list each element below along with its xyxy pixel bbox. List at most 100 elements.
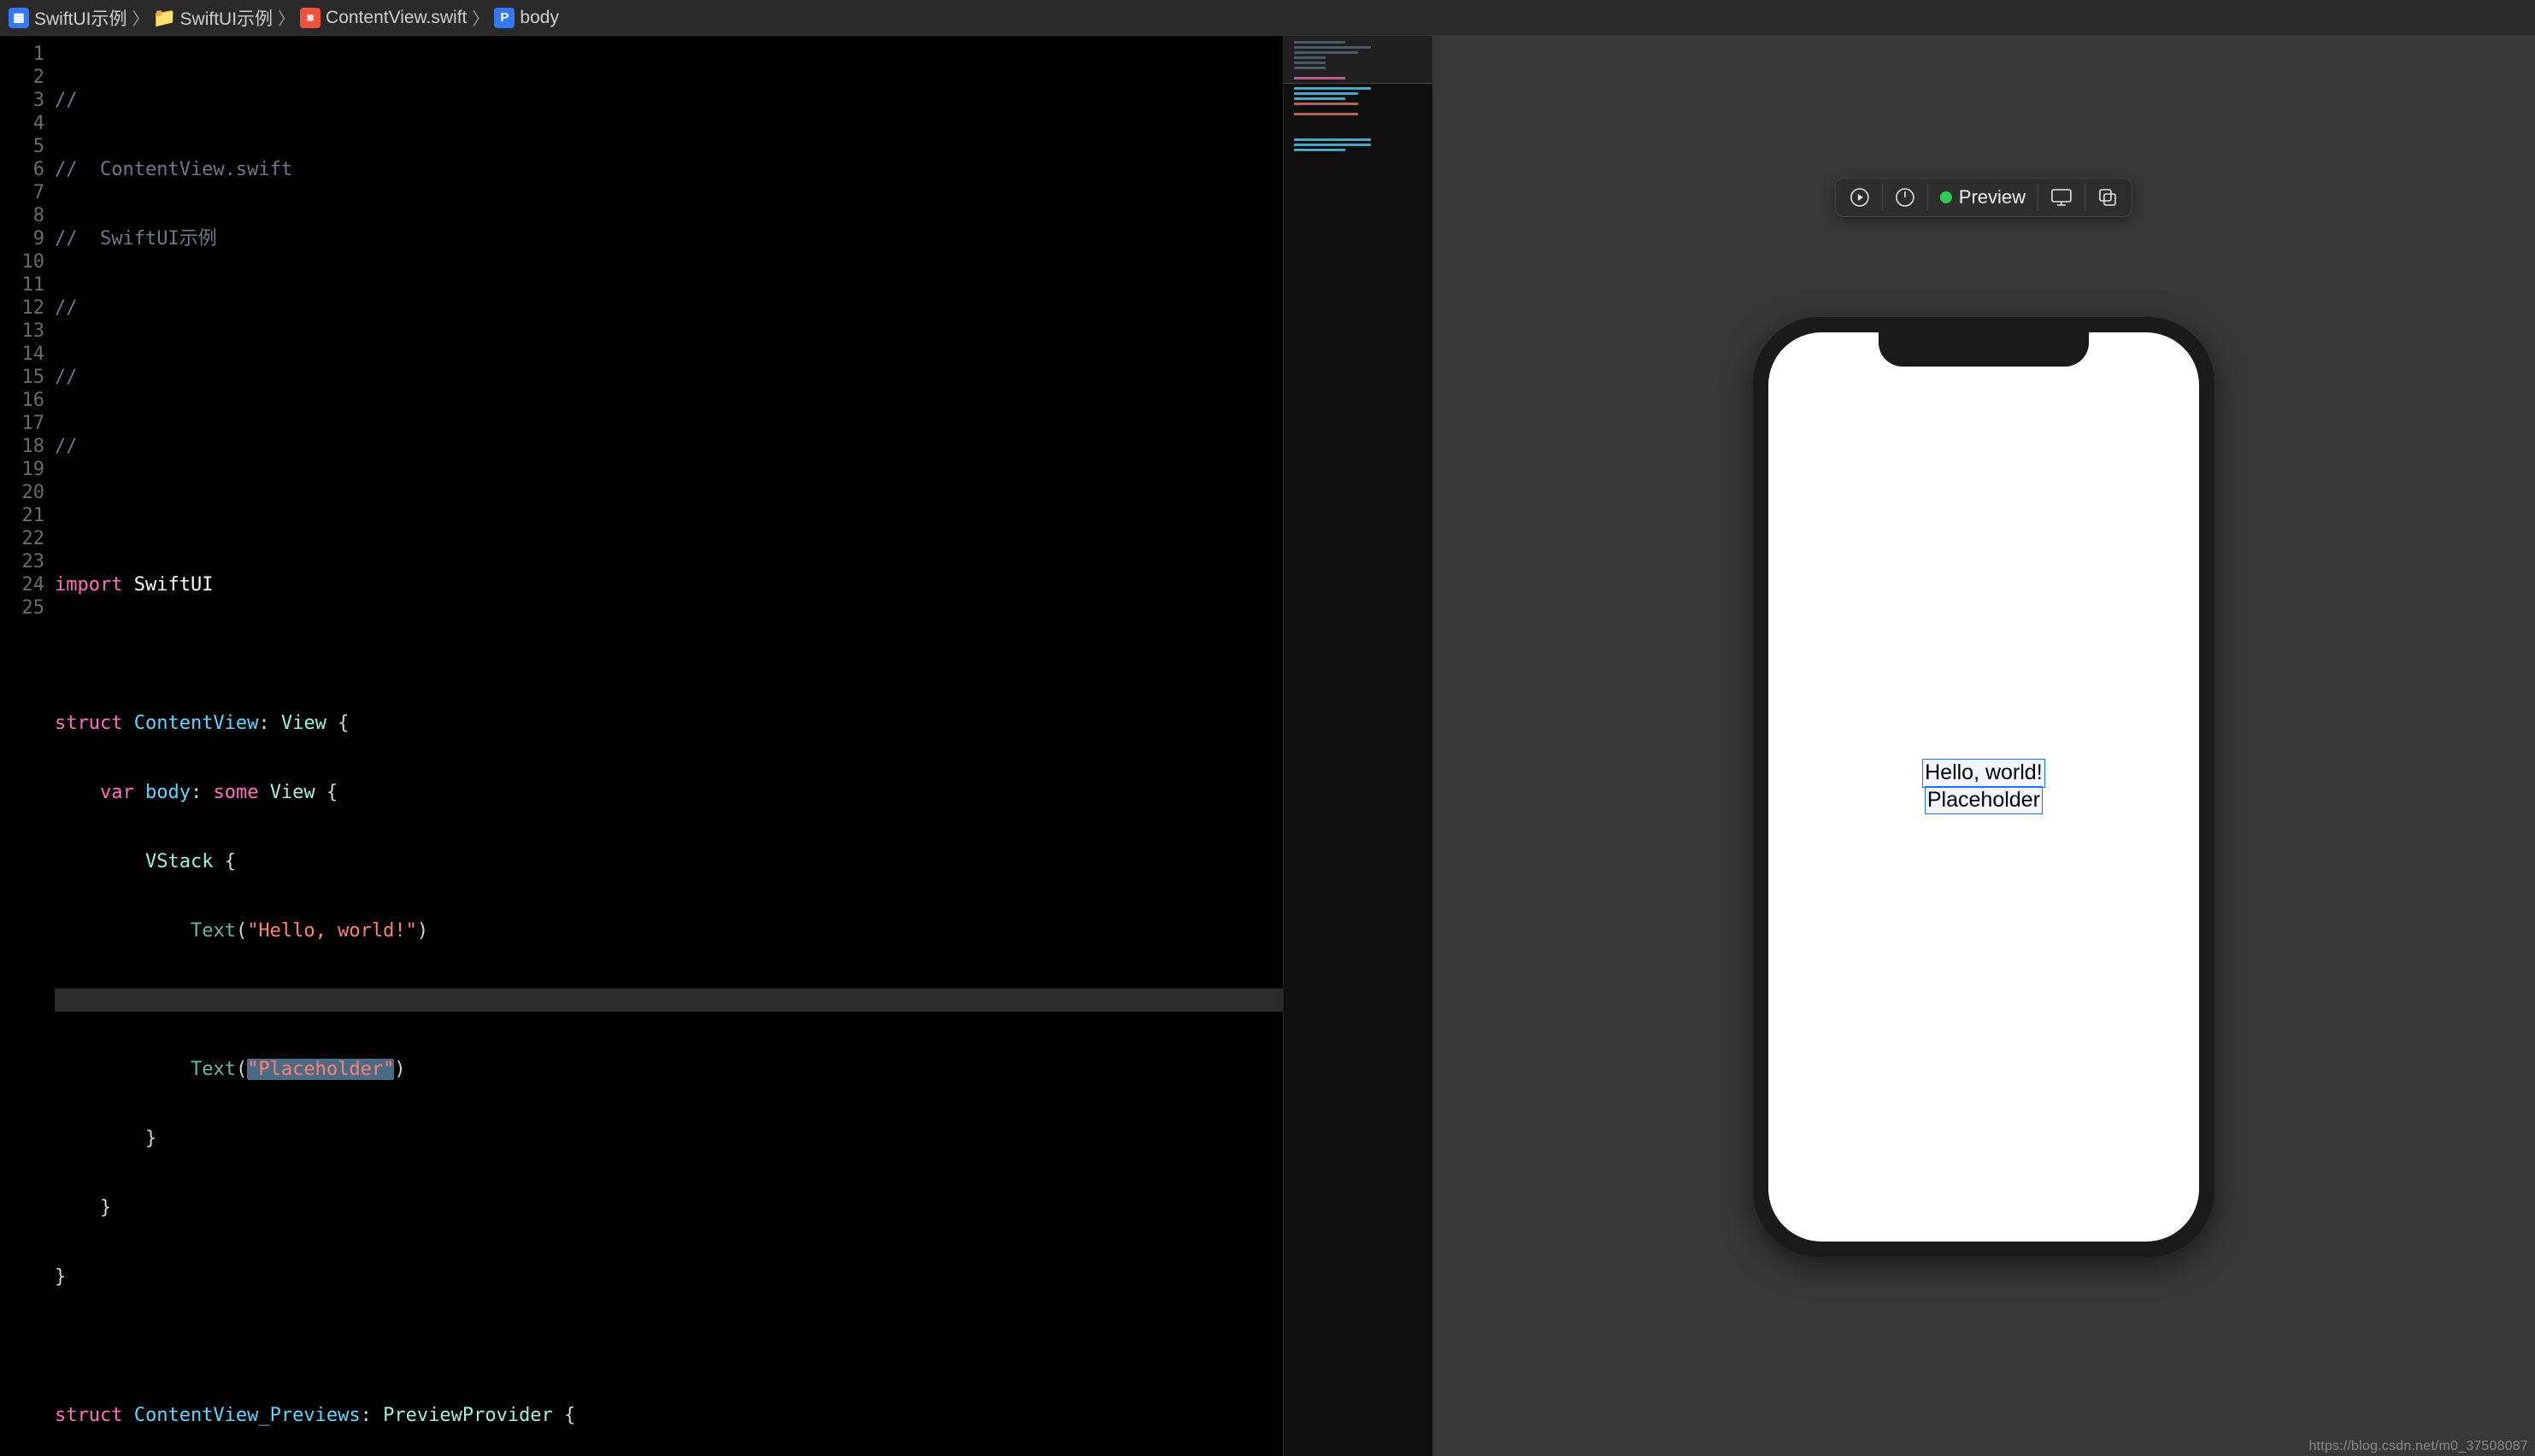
code-token: // [55,297,78,319]
line-number: 24 [0,573,44,596]
live-preview-button[interactable] [1839,181,1880,214]
chevron-right-icon: 〉 [472,5,489,30]
breadcrumb-folder-label: SwiftUI示例 [180,5,273,31]
breadcrumb-file-label: ContentView.swift [326,8,467,28]
toolbar-separator [1927,184,1928,211]
line-number: 9 [0,227,44,250]
jump-bar: ▦ SwiftUI示例 〉 📁 SwiftUI示例 〉 ⨳ ContentVie… [0,0,2535,36]
line-number: 19 [0,458,44,481]
code-token: // [55,367,78,388]
code-token: } [145,1128,156,1149]
code-token: some [213,782,269,803]
line-number: 6 [0,158,44,181]
power-ring-icon [1895,187,1915,208]
code-token: { [326,713,350,734]
toolbar-separator [1882,184,1883,211]
breadcrumb-symbol-label: body [520,8,559,28]
preview-content: Hello, world! Placeholder [1923,760,2044,813]
code-token: : [361,1405,384,1426]
swift-file-icon: ⨳ [300,8,321,28]
code-token [55,1128,145,1149]
code-token: ( [236,920,247,942]
line-number: 11 [0,273,44,296]
line-number: 21 [0,504,44,527]
code-token: Text [191,1059,236,1080]
property-icon: P [494,8,515,28]
code-token: // [55,90,78,111]
duplicate-preview-button[interactable] [2087,181,2128,214]
line-number: 18 [0,435,44,458]
code-token: } [100,1197,111,1218]
code-selection: "Placeholder" [247,1059,394,1080]
code-token: struct [55,1405,134,1426]
code-token: ) [394,1059,405,1080]
preview-text-1[interactable]: Hello, world! [1923,760,2044,786]
code-token: PreviewProvider [383,1405,553,1426]
display-icon [2050,188,2073,207]
code-token: import [55,574,122,596]
device-frame: Hello, world! Placeholder [1753,317,2214,1257]
preview-status[interactable]: Preview [1930,181,2036,214]
watermark: https://blog.csdn.net/m0_37508087 [2309,1439,2528,1454]
code-area[interactable]: // // ContentView.swift // SwiftUI示例 // … [55,36,1283,1456]
preview-label: Preview [1959,186,2026,208]
preview-toolbar: Preview [1835,178,2132,217]
code-token: } [55,1266,66,1288]
line-number: 5 [0,135,44,158]
code-token: { [213,851,236,872]
line-number: 2 [0,66,44,89]
line-number: 3 [0,89,44,112]
preview-inspect-button[interactable] [1885,181,1926,214]
preview-canvas[interactable]: Preview [1432,36,2535,1456]
code-token: : [258,713,281,734]
code-token: ContentView_Previews [134,1405,361,1426]
code-token: SwiftUI [122,574,213,596]
line-number: 14 [0,343,44,366]
preview-text-2[interactable]: Placeholder [1926,787,2042,813]
code-token: struct [55,713,134,734]
line-number: 17 [0,412,44,435]
line-number: 22 [0,527,44,550]
line-number: 16 [0,389,44,412]
preview-device-button[interactable] [2040,181,2083,214]
code-token: { [315,782,338,803]
line-number: 15 [0,366,44,389]
code-token: { [553,1405,576,1426]
code-token: // SwiftUI示例 [55,228,217,250]
app-icon: ▦ [9,8,29,28]
code-token [55,851,145,872]
line-number: 23 [0,550,44,573]
code-token: View [281,713,326,734]
code-token [55,1059,191,1080]
code-token: ) [417,920,428,942]
code-token: Text [191,920,236,942]
code-token [55,920,191,942]
breadcrumb-folder[interactable]: 📁 SwiftUI示例 [155,5,273,31]
source-editor[interactable]: 1234567891011121314151617181920212223242… [0,36,1432,1456]
line-number: 4 [0,112,44,135]
code-token: body [145,782,191,803]
main-split: 1234567891011121314151617181920212223242… [0,36,2535,1456]
chevron-right-icon: 〉 [278,5,295,30]
breadcrumb-project[interactable]: ▦ SwiftUI示例 [9,5,127,31]
code-token [55,1197,100,1218]
device-screen[interactable]: Hello, world! Placeholder [1768,332,2199,1242]
line-number: 10 [0,250,44,273]
breadcrumb-file[interactable]: ⨳ ContentView.swift [300,8,467,28]
code-token: // ContentView.swift [55,159,292,180]
line-number: 8 [0,204,44,227]
line-number-gutter: 1234567891011121314151617181920212223242… [0,36,55,1456]
play-circle-icon [1850,187,1870,208]
breadcrumb-symbol[interactable]: P body [494,8,559,28]
line-number: 25 [0,596,44,619]
minimap[interactable] [1283,36,1432,1456]
line-number: 1 [0,43,44,66]
code-token: View [270,782,315,803]
line-number: 7 [0,181,44,204]
line-number: 13 [0,320,44,343]
code-token: "Hello, world!" [247,920,417,942]
code-token: ( [236,1059,247,1080]
line-number: 12 [0,296,44,320]
line-number: 20 [0,481,44,504]
code-token: VStack [145,851,213,872]
